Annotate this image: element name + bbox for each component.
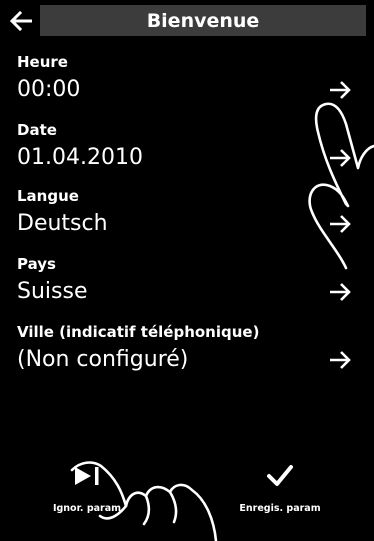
skip-forward-icon	[32, 456, 142, 496]
setting-row-country[interactable]: Pays Suisse	[0, 255, 374, 317]
setting-value: Suisse	[17, 279, 88, 304]
title-bar: Bienvenue	[0, 0, 374, 40]
skip-settings-button[interactable]: Ignor. param	[32, 456, 142, 536]
page-title: Bienvenue	[146, 9, 260, 32]
right-arrow-icon[interactable]	[326, 143, 356, 173]
setting-label: Heure	[17, 53, 68, 71]
setting-value: Deutsch	[17, 211, 108, 236]
setting-value: (Non configuré)	[17, 347, 189, 372]
skip-settings-label: Ignor. param	[52, 503, 122, 514]
right-arrow-icon[interactable]	[326, 277, 356, 307]
welcome-screen: { "header": {"title": "Bienvenue", "back…	[0, 0, 374, 541]
save-settings-label: Enregis. param	[239, 503, 321, 514]
setting-label: Langue	[17, 187, 79, 205]
left-arrow-icon	[10, 11, 32, 31]
right-arrow-icon[interactable]	[326, 345, 356, 375]
title-box: Bienvenue	[40, 5, 366, 36]
save-settings-button[interactable]: Enregis. param	[225, 456, 335, 536]
setting-row-city[interactable]: Ville (indicatif téléphonique) (Non conf…	[0, 323, 374, 385]
setting-label: Pays	[17, 255, 56, 273]
setting-label: Ville (indicatif téléphonique)	[17, 323, 260, 341]
setting-value: 00:00	[17, 77, 81, 102]
back-button[interactable]	[4, 6, 38, 36]
checkmark-icon	[225, 456, 335, 496]
right-arrow-icon[interactable]	[326, 209, 356, 239]
setting-row-language[interactable]: Langue Deutsch	[0, 187, 374, 249]
setting-row-date[interactable]: Date 01.04.2010	[0, 121, 374, 183]
setting-value: 01.04.2010	[17, 145, 143, 170]
setting-label: Date	[17, 121, 57, 139]
setting-row-time[interactable]: Heure 00:00	[0, 53, 374, 115]
right-arrow-icon[interactable]	[326, 75, 356, 105]
